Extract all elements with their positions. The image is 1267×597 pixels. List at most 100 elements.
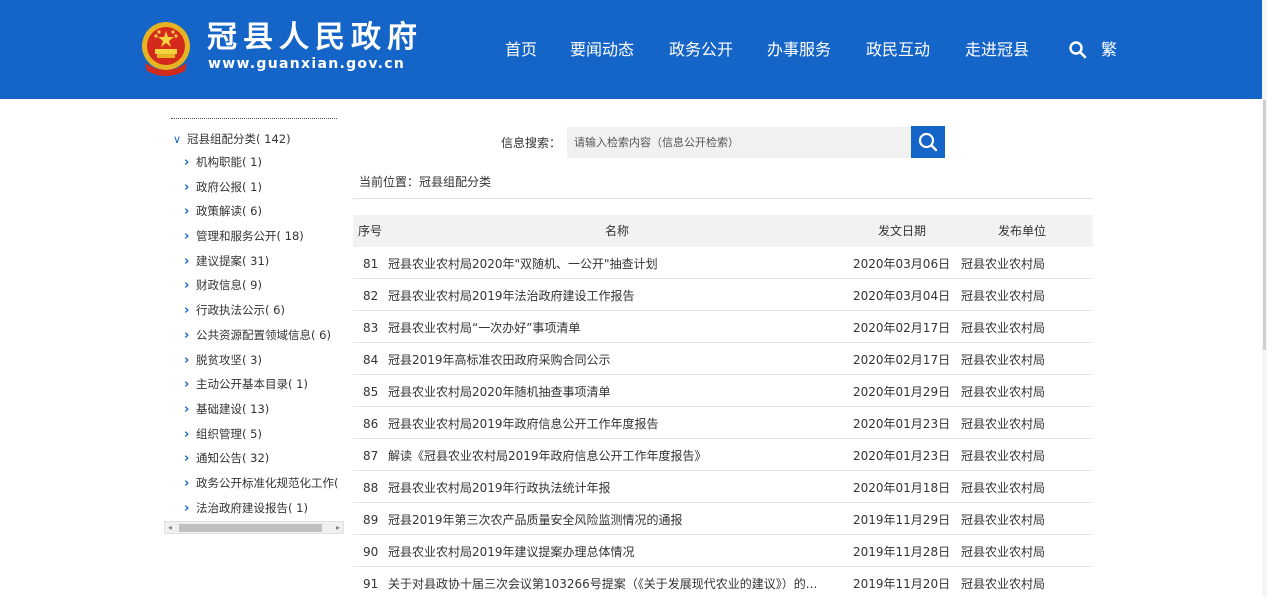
table-row[interactable]: 84 冠县2019年高标准农田政府采购合同公示 2020年02月17日 冠县农业农村局	[353, 343, 1093, 375]
tree-root-category[interactable]: ∨ 冠县组配分类( 142)	[173, 131, 291, 148]
tree-item-count: ( 3)	[242, 353, 262, 367]
tree-item-count: ( 6)	[311, 328, 331, 342]
row-title-link[interactable]: 冠县农业农村局2019年法治政府建设工作报告	[388, 288, 840, 304]
tree-item-label: 财政信息	[196, 278, 242, 292]
tree-root-label: 冠县组配分类	[187, 132, 256, 146]
row-unit: 冠县农业农村局	[961, 353, 1046, 367]
row-title-link[interactable]: 冠县农业农村局2019年政府信息公开工作年度报告	[388, 416, 840, 432]
nav-gov-affairs[interactable]: 政务公开	[669, 38, 733, 62]
tree-item[interactable]: › 政务公开标准化规范化工作(	[184, 475, 342, 492]
row-unit: 冠县农业农村局	[961, 513, 1046, 527]
column-header-unit: 发布单位	[998, 224, 1047, 238]
chevron-right-icon: ›	[184, 155, 190, 170]
tree-item-count: ( 31)	[242, 254, 270, 268]
breadcrumb: 当前位置：冠县组配分类	[359, 175, 492, 189]
scroll-left-icon[interactable]: ◂	[168, 522, 172, 533]
row-title-link[interactable]: 关于对县政协十届三次会议第103266号提案（《关于发展现代农业的建议》）的..…	[388, 576, 840, 592]
nav-about-county[interactable]: 走进冠县	[965, 38, 1029, 62]
chevron-right-icon: ›	[184, 303, 190, 318]
row-number: 87	[363, 449, 379, 463]
tree-item-label: 主动公开基本目录	[196, 377, 288, 391]
tree-item[interactable]: › 政府公报( 1)	[184, 179, 262, 196]
tree-item-label: 行政执法公示	[196, 303, 265, 317]
row-date: 2020年01月29日	[853, 385, 951, 399]
row-title-link[interactable]: 冠县农业农村局2019年建议提案办理总体情况	[388, 544, 840, 560]
row-title-link[interactable]: 冠县2019年第三次农产品质量安全风险监测情况的通报	[388, 512, 840, 528]
tree-item[interactable]: › 组织管理( 5)	[184, 426, 262, 443]
table-row[interactable]: 81 冠县农业农村局2020年"双随机、一公开"抽查计划 2020年03月06日 冠县…	[353, 247, 1093, 279]
table-header: 序号 名称 发文日期 发布单位	[353, 215, 1093, 247]
chevron-right-icon: ›	[184, 229, 190, 244]
table-row[interactable]: 87 解读《冠县农业农村局2019年政府信息公开工作年度报告》 2020年01月23…	[353, 439, 1093, 471]
tree-item[interactable]: › 机构职能( 1)	[184, 154, 262, 171]
row-date: 2020年03月04日	[853, 289, 951, 303]
tree-item[interactable]: › 脱贫攻坚( 3)	[184, 352, 262, 369]
national-emblem-icon[interactable]	[137, 19, 195, 79]
nav-interaction[interactable]: 政民互动	[866, 38, 930, 62]
tree-item-label: 政府公报	[196, 180, 242, 194]
tree-item-label: 基础建设	[196, 402, 242, 416]
table-row[interactable]: 89 冠县2019年第三次农产品质量安全风险监测情况的通报 2019年11月29日冠…	[353, 503, 1093, 535]
tree-item[interactable]: › 公共资源配置领域信息( 6)	[184, 327, 331, 344]
category-sidebar: ∨ 冠县组配分类( 142) › 机构职能( 1) › 政府公报( 1) › 政策解读(…	[163, 116, 345, 534]
site-header: 冠县人民政府 www.guanxian.gov.cn 首页 要闻动态 政务公开 …	[0, 0, 1267, 99]
chevron-right-icon: ›	[184, 353, 190, 368]
column-header-title: 名称	[605, 224, 630, 238]
tree-item[interactable]: › 基础建设( 13)	[184, 401, 269, 418]
tree-item[interactable]: › 管理和服务公开( 18)	[184, 228, 304, 245]
sidebar-horizontal-scrollbar[interactable]: ◂ ▸	[164, 521, 344, 534]
table-row[interactable]: 83 冠县农业农村局“一次办好”事项清单 2020年02月17日 冠县农业农村局	[353, 311, 1093, 343]
row-date: 2020年01月18日	[853, 481, 951, 495]
table-row[interactable]: 90 冠县农业农村局2019年建议提案办理总体情况 2019年11月28日 冠县农业农…	[353, 535, 1093, 567]
search-button[interactable]	[911, 126, 945, 158]
table-row[interactable]: 91 关于对县政协十届三次会议第103266号提案（《关于发展现代农业的建议》）的…	[353, 567, 1093, 597]
nav-services[interactable]: 办事服务	[767, 38, 831, 62]
tree-item[interactable]: › 建议提案( 31)	[184, 253, 269, 270]
search-input[interactable]	[567, 127, 911, 158]
row-unit: 冠县农业农村局	[961, 449, 1046, 463]
row-number: 91	[363, 577, 379, 591]
row-title-link[interactable]: 冠县农业农村局2019年行政执法统计年报	[388, 480, 840, 496]
row-title-link[interactable]: 解读《冠县农业农村局2019年政府信息公开工作年度报告》	[388, 448, 840, 464]
search-icon[interactable]	[1068, 40, 1088, 60]
tree-item[interactable]: › 法治政府建设报告( 1)	[184, 500, 308, 517]
divider	[171, 118, 337, 119]
tree-item-count: ( 1)	[242, 180, 262, 194]
row-unit: 冠县农业农村局	[961, 577, 1046, 591]
row-title-link[interactable]: 冠县农业农村局“一次办好”事项清单	[388, 320, 840, 336]
chevron-right-icon: ›	[184, 476, 190, 491]
search-label: 信息搜索：	[501, 136, 562, 150]
row-date: 2019年11月29日	[853, 513, 951, 527]
page-vertical-scrollbar[interactable]	[1262, 0, 1267, 597]
table-row[interactable]: 82 冠县农业农村局2019年法治政府建设工作报告 2020年03月04日 冠县农业农…	[353, 279, 1093, 311]
tree-item[interactable]: › 财政信息( 9)	[184, 277, 262, 294]
scroll-right-icon[interactable]: ▸	[336, 522, 340, 533]
row-title-link[interactable]: 冠县2019年高标准农田政府采购合同公示	[388, 352, 840, 368]
scrollbar-thumb[interactable]	[179, 524, 322, 532]
tree-item[interactable]: › 行政执法公示( 6)	[184, 302, 285, 319]
tree-root-count: ( 142)	[256, 132, 291, 146]
site-title[interactable]: 冠县人民政府	[207, 21, 423, 55]
tree-item-label: 建议提案	[196, 254, 242, 268]
table-row[interactable]: 88 冠县农业农村局2019年行政执法统计年报 2020年01月18日 冠县农业农村局	[353, 471, 1093, 503]
row-title-link[interactable]: 冠县农业农村局2020年随机抽查事项清单	[388, 384, 840, 400]
row-date: 2019年11月28日	[853, 545, 951, 559]
chevron-down-icon: ∨	[173, 133, 182, 146]
row-number: 86	[363, 417, 379, 431]
tree-item[interactable]: › 通知公告( 32)	[184, 450, 269, 467]
table-row[interactable]: 85 冠县农业农村局2020年随机抽查事项清单 2020年01月29日 冠县农业农村局	[353, 375, 1093, 407]
tree-item[interactable]: › 主动公开基本目录( 1)	[184, 376, 308, 393]
tree-item-label: 通知公告	[196, 451, 242, 465]
row-title-link[interactable]: 冠县农业农村局2020年"双随机、一公开"抽查计划	[388, 256, 840, 272]
nav-news[interactable]: 要闻动态	[570, 38, 634, 62]
tree-item[interactable]: › 政策解读( 6)	[184, 203, 262, 220]
chevron-right-icon: ›	[184, 328, 190, 343]
table-row[interactable]: 86 冠县农业农村局2019年政府信息公开工作年度报告 2020年01月23日 冠县农…	[353, 407, 1093, 439]
chevron-right-icon: ›	[184, 180, 190, 195]
row-number: 85	[363, 385, 379, 399]
traditional-chinese-toggle[interactable]: 繁	[1101, 38, 1117, 62]
tree-item-count: ( 18)	[276, 229, 304, 243]
nav-home[interactable]: 首页	[505, 38, 537, 62]
row-date: 2020年01月23日	[853, 449, 951, 463]
scrollbar-thumb[interactable]	[1263, 100, 1266, 350]
